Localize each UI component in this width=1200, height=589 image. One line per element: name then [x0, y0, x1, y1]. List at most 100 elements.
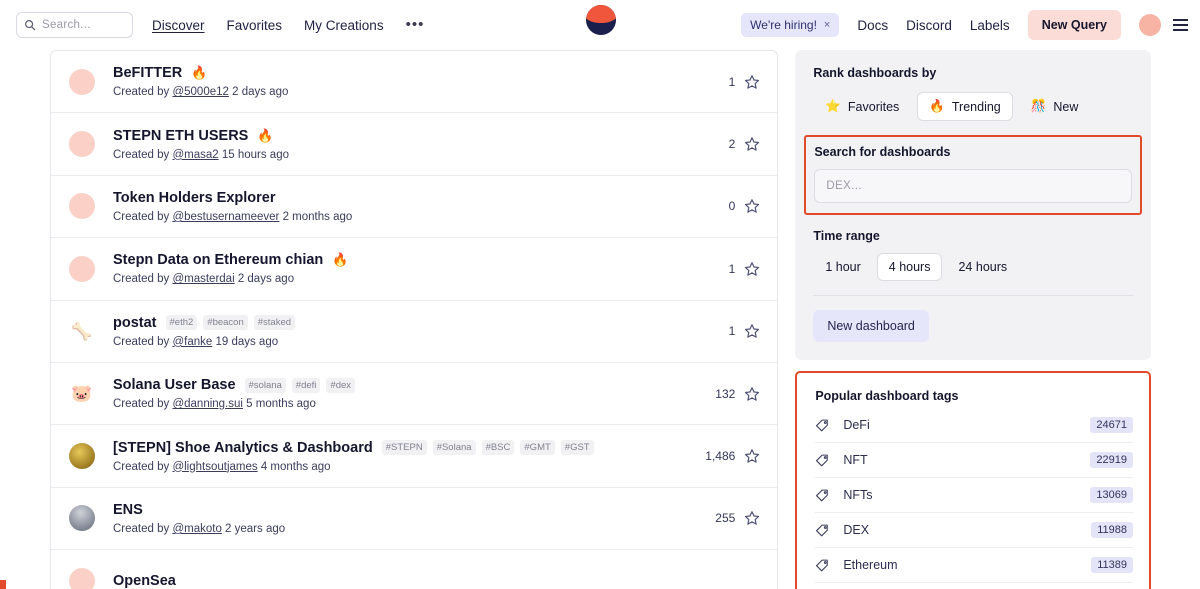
- popular-tag-name: NFT: [843, 453, 868, 467]
- search-icon: [25, 20, 36, 31]
- dashboard-author-link[interactable]: @bestusernameever: [172, 211, 279, 223]
- dashboard-title[interactable]: OpenSea: [113, 573, 176, 589]
- new-query-button[interactable]: New Query: [1027, 10, 1121, 40]
- user-avatar[interactable]: [1139, 14, 1161, 36]
- dashboard-title[interactable]: BeFITTER: [113, 65, 182, 81]
- nav-favorites[interactable]: Favorites: [227, 18, 283, 33]
- dashboard-row[interactable]: BeFITTER 🔥 Created by @5000e12 2 days ago 1: [51, 51, 778, 114]
- popular-tag-row[interactable]: NFTs 13069: [815, 478, 1133, 513]
- hamburger-menu-icon[interactable]: [1173, 19, 1188, 31]
- rank-option-trending[interactable]: 🔥 Trending: [917, 92, 1013, 121]
- dashboard-title[interactable]: ENS: [113, 502, 143, 518]
- star-icon[interactable]: [744, 386, 760, 402]
- dashboard-row[interactable]: 🦴 postat #eth2 #beacon #staked Created by @fa…: [51, 301, 778, 363]
- dashboard-row[interactable]: Token Holders Explorer Created by @bestus…: [51, 176, 778, 239]
- dashboard-row[interactable]: [STEPN] Shoe Analytics & Dashboard #STEPN…: [51, 425, 778, 488]
- dashboard-author-link[interactable]: @danning.sui: [172, 398, 243, 410]
- dashboard-title[interactable]: [STEPN] Shoe Analytics & Dashboard: [113, 440, 373, 456]
- star-icon[interactable]: [744, 136, 760, 152]
- dashboard-author-avatar: [69, 68, 95, 95]
- dashboard-author-link[interactable]: @fanke: [172, 336, 212, 348]
- time-option-4-hours[interactable]: 4 hours: [876, 253, 943, 281]
- dashboard-tag-chip[interactable]: #dex: [326, 377, 356, 393]
- nav-discover[interactable]: Discover: [152, 18, 205, 33]
- nav-labels[interactable]: Labels: [970, 18, 1010, 33]
- dashboard-row-main: Stepn Data on Ethereum chian 🔥 Created by …: [113, 252, 691, 285]
- page-body: BeFITTER 🔥 Created by @5000e12 2 days ago 1…: [0, 50, 1200, 589]
- global-search[interactable]: [16, 12, 133, 38]
- dashboard-meta: Created by @masa2 15 hours ago: [113, 149, 691, 161]
- dashboard-author-link[interactable]: @masterdai: [172, 273, 234, 285]
- dashboard-title[interactable]: Token Holders Explorer: [113, 190, 276, 206]
- star-icon[interactable]: [744, 448, 760, 464]
- dashboard-row[interactable]: ENS Created by @makoto 2 years ago 255: [51, 488, 778, 551]
- dashboard-tag-chip[interactable]: #GST: [560, 440, 594, 456]
- dashboard-tag-chip[interactable]: #STEPN: [381, 440, 427, 456]
- dashboard-tag-chip[interactable]: #staked: [253, 315, 296, 331]
- time-option-1-hour[interactable]: 1 hour: [813, 253, 872, 281]
- dashboard-tag-list: #STEPN #Solana #BSC #GMT #GST: [381, 440, 594, 456]
- dashboard-author-link[interactable]: @masa2: [172, 149, 218, 161]
- confetti-emoji-icon: 🎊: [1030, 99, 1047, 113]
- popular-tag-count: 24671: [1090, 417, 1133, 433]
- dashboard-tag-chip[interactable]: #eth2: [165, 315, 198, 331]
- rank-option-favorites[interactable]: ⭐ Favorites: [813, 92, 911, 121]
- nav-docs[interactable]: Docs: [857, 18, 888, 33]
- dashboard-star-group[interactable]: 1: [705, 261, 760, 277]
- dashboard-title[interactable]: Stepn Data on Ethereum chian: [113, 252, 323, 268]
- star-icon[interactable]: [744, 198, 760, 214]
- star-icon[interactable]: [744, 261, 760, 277]
- nav-my-creations[interactable]: My Creations: [304, 18, 384, 33]
- popular-tag-row[interactable]: Volume10249: [815, 583, 1133, 589]
- dashboard-author-link[interactable]: @5000e12: [172, 86, 228, 98]
- star-icon[interactable]: [744, 510, 760, 526]
- popular-tag-row[interactable]: DEX 11988: [815, 513, 1133, 548]
- dashboard-tag-list: #eth2 #beacon #staked: [165, 315, 296, 331]
- dashboard-author-link[interactable]: @lightsoutjames: [172, 461, 257, 473]
- dashboard-star-group[interactable]: 1: [705, 74, 760, 90]
- hiring-badge[interactable]: We're hiring! ×: [741, 13, 840, 37]
- dashboard-title[interactable]: postat: [113, 315, 157, 331]
- popular-tag-row[interactable]: Ethereum 11389: [815, 548, 1133, 583]
- dune-logo[interactable]: [586, 5, 616, 35]
- dashboard-tag-chip[interactable]: #GMT: [520, 440, 555, 456]
- more-options-icon[interactable]: •••: [406, 17, 425, 32]
- dashboard-row[interactable]: 🐷 Solana User Base #solana #defi #dex Created…: [51, 363, 778, 426]
- star-emoji-icon: ⭐: [825, 99, 841, 113]
- popular-tag-row[interactable]: DeFi 24671: [815, 408, 1133, 443]
- dashboard-timestamp: 19 days ago: [212, 335, 279, 348]
- dashboard-tag-chip[interactable]: #beacon: [203, 315, 248, 331]
- dashboard-title[interactable]: Solana User Base: [113, 377, 236, 393]
- dashboard-author-link[interactable]: @makoto: [172, 523, 221, 535]
- dashboard-row[interactable]: OpenSea: [51, 550, 777, 589]
- dashboard-star-group[interactable]: 132: [705, 386, 760, 402]
- dashboard-row-main: Token Holders Explorer Created by @bestus…: [113, 190, 691, 223]
- dashboard-tag-chip[interactable]: #defi: [291, 377, 321, 393]
- dashboard-author-avatar: [69, 505, 95, 532]
- rank-option-new[interactable]: 🎊 New: [1019, 92, 1091, 121]
- dashboard-star-group[interactable]: 2: [705, 136, 760, 152]
- star-icon[interactable]: [744, 323, 760, 339]
- rank-segmented-control: ⭐ Favorites 🔥 Trending 🎊 New: [813, 92, 1133, 121]
- dashboard-star-group[interactable]: 255: [705, 510, 760, 526]
- time-option-24-hours[interactable]: 24 hours: [946, 253, 1019, 281]
- search-input[interactable]: [42, 19, 125, 31]
- dashboard-tag-chip[interactable]: #solana: [244, 377, 286, 393]
- star-icon[interactable]: [744, 74, 760, 90]
- dashboard-star-group[interactable]: 0: [705, 198, 760, 214]
- dashboard-tag-chip[interactable]: #Solana: [432, 440, 476, 456]
- new-dashboard-button[interactable]: New dashboard: [813, 310, 929, 342]
- dashboard-title-line: OpenSea: [113, 573, 760, 589]
- dashboard-title[interactable]: STEPN ETH USERS: [113, 128, 248, 144]
- dashboard-row[interactable]: Stepn Data on Ethereum chian 🔥 Created by …: [51, 238, 778, 301]
- popular-tag-row[interactable]: NFT 22919: [815, 443, 1133, 478]
- close-icon[interactable]: ×: [824, 19, 830, 31]
- dashboard-star-group[interactable]: 1,486: [705, 448, 760, 464]
- dashboard-tag-chip[interactable]: #BSC: [481, 440, 515, 456]
- dashboard-row[interactable]: STEPN ETH USERS 🔥 Created by @masa2 15 hou…: [51, 113, 778, 176]
- star-count: 2: [728, 137, 736, 152]
- rank-title: Rank dashboards by: [813, 66, 937, 80]
- dashboard-search-input[interactable]: [814, 169, 1132, 203]
- dashboard-star-group[interactable]: 1: [705, 323, 760, 339]
- nav-discord[interactable]: Discord: [906, 18, 952, 33]
